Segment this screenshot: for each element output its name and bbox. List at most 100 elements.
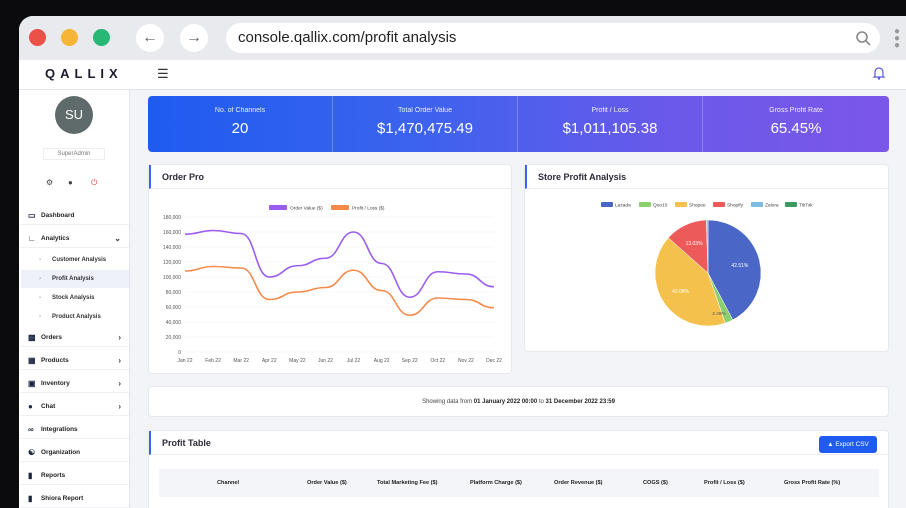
forward-button[interactable]: → xyxy=(180,24,208,52)
slice-label: 42.08% xyxy=(672,289,690,295)
sidebar-item-products[interactable]: ▦ Products › xyxy=(21,352,129,370)
close-window-button[interactable] xyxy=(29,29,46,46)
legend-label: Profit / Loss ($) xyxy=(352,206,385,212)
browser-window: ← → console.qallix.com/profit analysis ●… xyxy=(19,16,906,508)
legend-label: Shopify xyxy=(727,203,744,209)
x-tick-label: Mar 22 xyxy=(233,358,249,364)
col-gross-profit-rate[interactable]: Gross Profit Rate (%) xyxy=(784,469,840,497)
menu-toggle-icon[interactable]: ☰ xyxy=(157,66,169,82)
x-tick-label: Sep 22 xyxy=(402,358,418,364)
user-role-badge: SuperAdmin xyxy=(43,148,105,160)
sidebar-item-analytics[interactable]: ∟ Analytics ⌄ xyxy=(21,230,129,248)
order-chart-card: Order Pro 0 20,000 40,000 60,000 80,000 100,0… xyxy=(148,164,512,374)
sidebar-subitem-stock-analysis[interactable]: › Stock Analysis xyxy=(21,289,129,307)
legend-swatch xyxy=(639,202,651,207)
sidebar-item-reports[interactable]: ▮ Reports xyxy=(21,467,129,485)
legend-swatch xyxy=(751,202,763,207)
legend-label: Lazada xyxy=(615,203,631,209)
chat-icon: ● xyxy=(28,402,33,411)
x-tick-label: Feb 22 xyxy=(205,358,221,364)
col-order-value[interactable]: Order Value ($) xyxy=(307,469,347,497)
document-icon: ▮ xyxy=(28,471,33,480)
legend-label: Shopee xyxy=(689,203,706,209)
chevron-right-icon: › xyxy=(118,333,121,342)
x-tick-label: Nov 22 xyxy=(458,358,474,364)
x-tick-label: Jan 22 xyxy=(177,358,192,364)
settings-icon[interactable]: ⚙ xyxy=(46,178,53,187)
col-marketing-fee[interactable]: Total Marketing Fee ($) xyxy=(377,469,438,497)
x-tick-label: May 22 xyxy=(289,358,306,364)
link-icon: ∞ xyxy=(28,425,34,434)
y-tick-label: 100,000 xyxy=(163,275,181,281)
sidebar-subitem-product-analysis[interactable]: › Product Analysis xyxy=(21,308,129,326)
legend-swatch xyxy=(675,202,687,207)
x-tick-label: Aug 22 xyxy=(374,358,390,364)
kpi-gross-profit-rate: Gross Profit Rate 65.45% xyxy=(769,107,823,137)
legend-label: TikTok xyxy=(799,203,813,209)
warehouse-icon: ▣ xyxy=(28,379,36,388)
user-profile-icon[interactable]: ● xyxy=(68,178,73,187)
order-chart-title: Order Pro xyxy=(149,165,511,189)
chevron-right-icon: › xyxy=(39,295,41,301)
order-line-chart: 0 20,000 40,000 60,000 80,000 100,000 120,000 1… xyxy=(163,205,502,364)
date-range-card: Showing data from 01 January 2022 00:00 … xyxy=(148,386,889,417)
sidebar-item-organization[interactable]: ☯ Organization xyxy=(21,444,129,462)
arrow-left-icon: ← xyxy=(142,29,158,46)
legend-swatch xyxy=(785,202,797,207)
back-button[interactable]: ← xyxy=(136,24,164,52)
sidebar-subitem-customer-analysis[interactable]: › Customer Analysis xyxy=(21,251,129,269)
organization-icon: ☯ xyxy=(28,448,36,457)
y-tick-label: 80,000 xyxy=(166,290,182,296)
col-platform-charge[interactable]: Platform Charge ($) xyxy=(470,469,522,497)
profit-table-header: Channel Order Value ($) Total Marketing … xyxy=(159,469,879,497)
y-tick-label: 180,000 xyxy=(163,215,181,221)
monitor-icon: ▭ xyxy=(28,211,36,220)
kpi-total-order-value: Total Order Value $1,470,475.49 xyxy=(333,96,518,152)
y-tick-label: 120,000 xyxy=(163,260,181,266)
slice-label: 42.51% xyxy=(731,263,749,269)
x-tick-label: Apr 22 xyxy=(262,358,277,364)
profit-table-title: Profit Table xyxy=(149,431,888,455)
legend-swatch xyxy=(269,205,287,210)
store-profit-title: Store Profit Analysis xyxy=(525,165,888,189)
series-line xyxy=(184,265,495,317)
sidebar-item-orders[interactable]: ▩ Orders › xyxy=(21,329,129,347)
power-icon[interactable]: ⏻ xyxy=(91,178,97,188)
avatar[interactable]: SU xyxy=(55,96,93,134)
y-tick-label: 0 xyxy=(178,350,181,356)
profit-table-card: Profit Table ▲ Export CSV Channel Order … xyxy=(148,430,889,508)
minimize-window-button[interactable] xyxy=(61,29,78,46)
bell-icon[interactable] xyxy=(872,65,886,81)
sidebar-item-chat[interactable]: ● Chat › xyxy=(21,398,129,416)
address-bar[interactable]: console.qallix.com/profit analysis xyxy=(226,23,880,53)
products-icon: ▦ xyxy=(28,356,36,365)
col-cogs[interactable]: COGS ($) xyxy=(643,469,668,497)
sidebar-item-shiora-report[interactable]: ▮ Shiora Report xyxy=(21,490,129,508)
search-icon[interactable] xyxy=(854,23,874,53)
app-logo: QALLIX xyxy=(45,66,123,81)
slice-label-small: 2.49% xyxy=(712,311,726,317)
browser-menu-icon[interactable]: ● ● ● xyxy=(894,27,900,51)
x-tick-label: Jun 22 xyxy=(318,358,333,364)
col-channel[interactable]: Channel xyxy=(217,469,239,497)
legend-label: Order Value ($) xyxy=(290,206,323,212)
sidebar-item-dashboard[interactable]: ▭ Dashboard xyxy=(21,207,129,225)
chevron-right-icon: › xyxy=(118,379,121,388)
col-order-revenue[interactable]: Order Revenue ($) xyxy=(554,469,603,497)
chevron-right-icon: › xyxy=(118,356,121,365)
export-csv-button[interactable]: ▲ Export CSV xyxy=(819,436,877,453)
chevron-right-icon: › xyxy=(39,314,41,320)
y-tick-label: 60,000 xyxy=(166,305,182,311)
chevron-right-icon: › xyxy=(39,276,41,282)
y-tick-label: 20,000 xyxy=(166,335,182,341)
chart-icon: ∟ xyxy=(28,234,36,243)
sidebar: SU SuperAdmin ⚙ ● ⏻ ▭ Dashboard ∟ Analytic… xyxy=(19,90,130,508)
chevron-down-icon: ⌄ xyxy=(114,234,121,243)
maximize-window-button[interactable] xyxy=(93,29,110,46)
sidebar-item-inventory[interactable]: ▣ Inventory › xyxy=(21,375,129,393)
col-profit-loss[interactable]: Profit / Loss ($) xyxy=(704,469,745,497)
slice-label: 13.03% xyxy=(686,241,704,247)
sidebar-subitem-profit-analysis[interactable]: › Profit Analysis xyxy=(21,270,129,288)
sidebar-item-integrations[interactable]: ∞ Integrations xyxy=(21,421,129,439)
date-range-text: Showing data from 01 January 2022 00:00 … xyxy=(422,399,615,405)
